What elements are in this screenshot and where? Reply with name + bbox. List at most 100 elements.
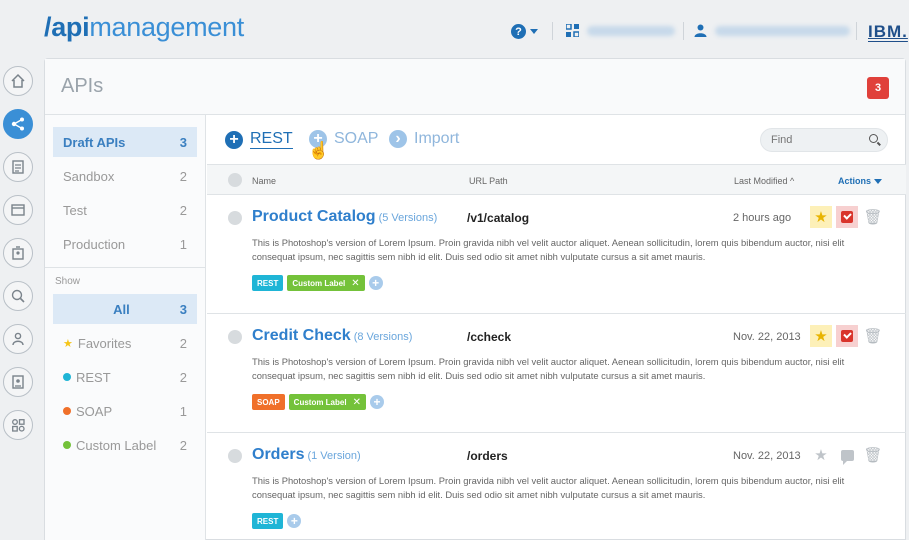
close-icon[interactable]: ✕ <box>351 278 359 289</box>
row-checkbox[interactable] <box>228 211 242 225</box>
nav-users[interactable] <box>3 324 33 354</box>
trash-icon[interactable]: 🗑 <box>862 444 884 466</box>
api-description: This is Photoshop's version of Lorem Ips… <box>252 475 845 500</box>
magnifier-chart-icon <box>11 289 25 303</box>
nav-portal[interactable] <box>3 195 33 225</box>
actions-menu[interactable]: Actions <box>838 176 882 186</box>
api-last-modified: Nov. 22, 2013 <box>733 331 801 343</box>
filter-custom-label[interactable]: Custom Label 2 <box>53 430 197 460</box>
grid-icon <box>566 24 579 37</box>
show-label: Show <box>55 276 81 287</box>
add-rest-button[interactable]: + REST <box>225 130 293 149</box>
rest-dot-icon <box>63 373 71 381</box>
tag-rest[interactable]: REST <box>252 513 284 529</box>
nav-analytics[interactable] <box>3 281 33 311</box>
add-tag-button[interactable]: + <box>369 395 384 409</box>
notification-badge[interactable]: 3 <box>867 77 889 99</box>
tag-custom-label[interactable]: Custom Label ✕ <box>288 394 366 410</box>
row-actions: ★ 🗑 <box>810 325 884 347</box>
tiles-icon <box>12 419 25 432</box>
table-row: Orders (1 Version) /orders Nov. 22, 2013 … <box>207 433 906 540</box>
organization-name-redacted <box>587 25 675 36</box>
api-network-icon <box>11 117 24 131</box>
column-header: Name URL Path Last Modified ^ Actions <box>207 165 906 195</box>
select-all-checkbox[interactable] <box>228 173 242 187</box>
chevron-down-icon <box>873 179 882 185</box>
tag-soap[interactable]: SOAP <box>252 394 285 410</box>
row-actions: ★ 🗑 <box>810 206 884 228</box>
trash-icon[interactable]: 🗑 <box>862 325 884 347</box>
main-panel: APIs 3 Draft APIs 3 Sandbox 2 Test 2 Pro… <box>44 58 906 540</box>
api-name-link[interactable]: Product Catalog (5 Versions) <box>252 208 437 226</box>
tag-rest[interactable]: REST <box>252 275 284 291</box>
api-list-area: + REST + SOAP › Import Name URL Path Las… <box>207 115 906 540</box>
divider <box>856 22 857 40</box>
filter-production[interactable]: Production 1 <box>53 229 197 259</box>
trash-icon[interactable]: 🗑 <box>862 206 884 228</box>
help-menu[interactable]: ? <box>511 24 538 39</box>
nav-apps[interactable] <box>3 238 33 268</box>
filter-sandbox[interactable]: Sandbox 2 <box>53 161 197 191</box>
column-name[interactable]: Name <box>252 176 276 186</box>
api-name-link[interactable]: Orders (1 Version) <box>252 446 361 464</box>
column-last-modified[interactable]: Last Modified ^ <box>734 176 794 186</box>
nav-home[interactable] <box>3 66 33 96</box>
organization-menu[interactable] <box>566 24 675 37</box>
favorite-star-icon[interactable]: ★ <box>810 444 832 466</box>
approve-flag-icon[interactable] <box>836 325 858 347</box>
check-icon <box>841 330 853 342</box>
search-icon[interactable] <box>869 134 878 143</box>
hand-pointer-icon: ☝ <box>308 141 330 160</box>
nav-directory[interactable] <box>3 367 33 397</box>
tag-custom-label[interactable]: Custom Label ✕ <box>287 275 365 291</box>
panel-header: APIs 3 <box>45 59 905 115</box>
approve-flag-icon[interactable] <box>836 444 858 466</box>
column-url-path[interactable]: URL Path <box>469 176 508 186</box>
tag-list: SOAP Custom Label ✕ + <box>252 394 384 410</box>
nav-plans[interactable] <box>3 152 33 182</box>
filter-soap[interactable]: SOAP 1 <box>53 396 197 426</box>
user-menu[interactable] <box>694 24 850 37</box>
table-row: Product Catalog (5 Versions) /v1/catalog … <box>207 195 906 314</box>
comment-icon <box>840 449 854 465</box>
add-tag-button[interactable]: + <box>287 514 302 528</box>
import-button[interactable]: › Import <box>389 130 459 148</box>
favorite-star-icon[interactable]: ★ <box>810 206 832 228</box>
filter-sidebar: Draft APIs 3 Sandbox 2 Test 2 Production… <box>45 115 206 540</box>
arrow-right-circle-icon: › <box>389 130 407 148</box>
filter-all[interactable]: All 3 <box>53 294 197 324</box>
api-last-modified: Nov. 22, 2013 <box>733 450 801 462</box>
close-icon[interactable]: ✕ <box>353 397 361 408</box>
favorite-star-icon[interactable]: ★ <box>810 325 832 347</box>
page-title: APIs <box>61 75 104 97</box>
filter-draft-apis[interactable]: Draft APIs 3 <box>53 127 197 157</box>
star-icon: ★ <box>63 337 73 350</box>
nav-apis[interactable] <box>3 109 33 139</box>
row-actions: ★ 🗑 <box>810 444 884 466</box>
user-icon <box>694 24 707 37</box>
divider <box>683 22 684 40</box>
nav-settings[interactable] <box>3 410 33 440</box>
check-icon <box>841 211 853 223</box>
soap-dot-icon <box>63 407 71 415</box>
api-description: This is Photoshop's version of Lorem Ips… <box>252 237 845 262</box>
api-last-modified: 2 hours ago <box>733 212 792 224</box>
home-icon <box>11 73 25 88</box>
add-tag-button[interactable]: + <box>368 276 383 290</box>
row-checkbox[interactable] <box>228 330 242 344</box>
users-icon <box>12 332 24 346</box>
table-row: Credit Check (8 Versions) /ccheck Nov. 22… <box>207 314 906 433</box>
app-logo[interactable]: /apimanagement <box>44 12 244 43</box>
filter-test[interactable]: Test 2 <box>53 195 197 225</box>
tag-list: REST + <box>252 513 302 529</box>
ibm-logo: IBM. <box>868 22 908 41</box>
contact-card-icon <box>12 375 24 389</box>
filter-favorites[interactable]: ★ Favorites 2 <box>53 328 197 358</box>
row-checkbox[interactable] <box>228 449 242 463</box>
checklist-icon <box>12 160 24 174</box>
left-nav-rail <box>0 66 40 453</box>
sort-up-icon: ^ <box>790 176 795 186</box>
filter-rest[interactable]: REST 2 <box>53 362 197 392</box>
approve-flag-icon[interactable] <box>836 206 858 228</box>
api-name-link[interactable]: Credit Check (8 Versions) <box>252 327 412 345</box>
